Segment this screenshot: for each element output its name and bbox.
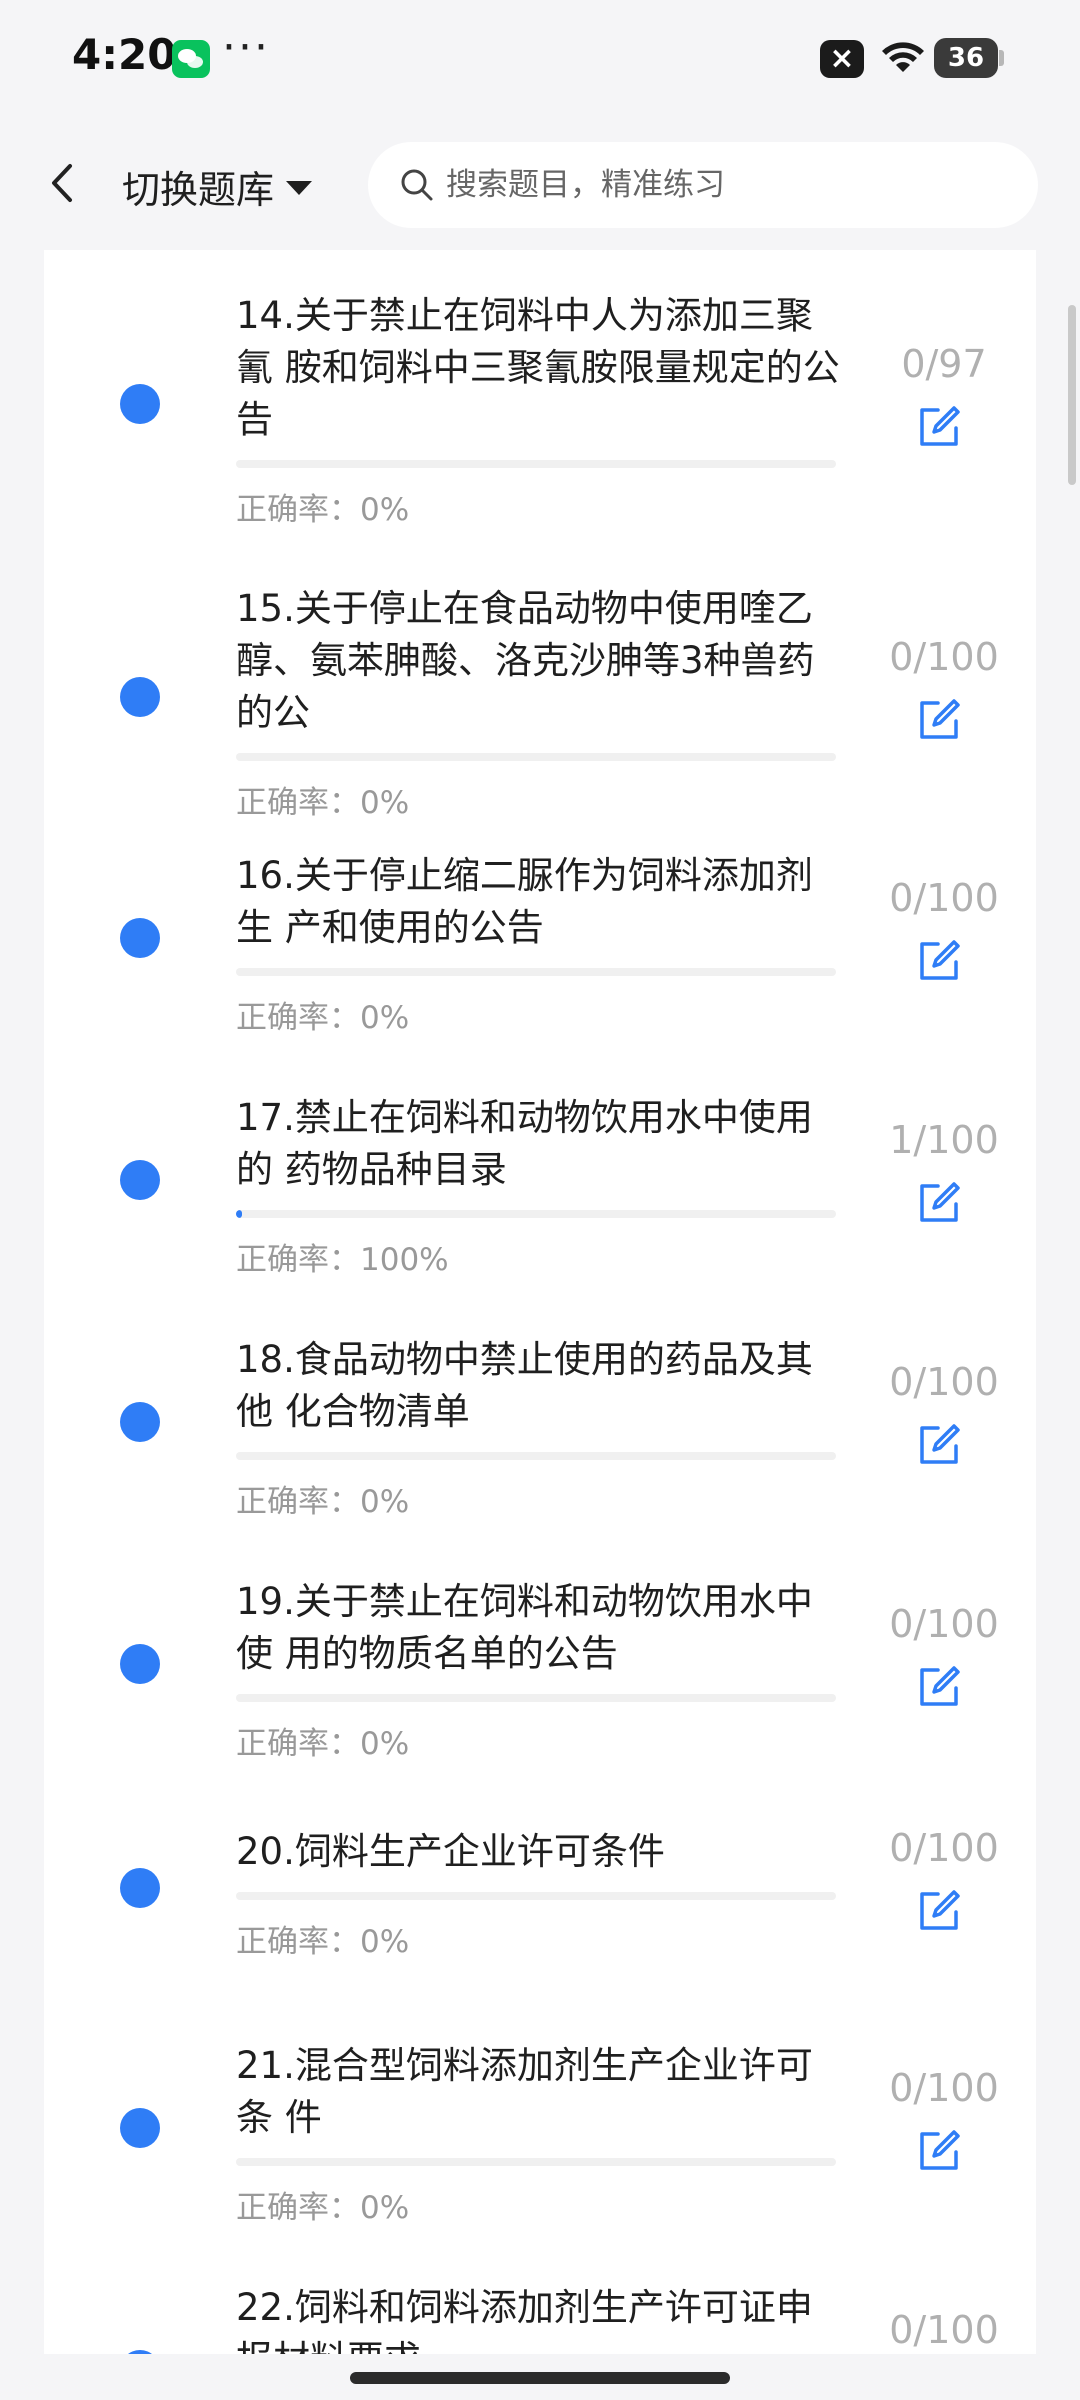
- list-item[interactable]: 22.饲料和饲料添加剂生产许可证申报材料要求 0/100: [44, 2282, 1036, 2354]
- item-title[interactable]: 15.关于停止在食品动物中使用喹乙醇、氨苯胂酸、洛克沙胂等3种兽药 的公: [236, 583, 846, 739]
- wifi-icon: [882, 42, 924, 72]
- accuracy-text: 正确率：0%: [236, 1718, 409, 1763]
- search-box[interactable]: [368, 142, 1038, 228]
- item-title[interactable]: 16.关于停止缩二脲作为饲料添加剂生 产和使用的公告: [236, 850, 846, 954]
- status-dot: [120, 1402, 160, 1442]
- question-count: 1/100: [889, 1118, 999, 1162]
- progress-bar: [236, 1892, 836, 1900]
- progress-bar: [236, 1452, 836, 1460]
- accuracy-value: 0%: [360, 1726, 410, 1762]
- list-item[interactable]: 14.关于禁止在饲料中人为添加三聚氰 胺和饲料中三聚氰胺限量规定的公告 正确率：0…: [44, 290, 1036, 534]
- edit-practice-icon[interactable]: [914, 2126, 964, 2176]
- accuracy-text: 正确率：0%: [236, 1476, 409, 1521]
- progress-bar: [236, 460, 836, 468]
- scrollbar[interactable]: [1068, 305, 1076, 485]
- question-count: 0/100: [889, 1602, 999, 1646]
- status-time: 4:20: [72, 30, 177, 79]
- edit-practice-icon[interactable]: [914, 695, 964, 745]
- accuracy-text: 正确率：0%: [236, 484, 409, 529]
- accuracy-text: 正确率：0%: [236, 1916, 409, 1961]
- accuracy-text: 正确率：0%: [236, 777, 409, 822]
- caret-down-icon: [286, 181, 313, 195]
- question-bank-list: 14.关于禁止在饲料中人为添加三聚氰 胺和饲料中三聚氰胺限量规定的公告 正确率：0…: [44, 250, 1036, 2354]
- edit-practice-icon[interactable]: [914, 1886, 964, 1936]
- status-dot: [120, 918, 160, 958]
- search-input[interactable]: [444, 166, 1004, 204]
- progress-bar: [236, 2158, 836, 2166]
- status-dot: [120, 1160, 160, 1200]
- accuracy-label: 正确率：: [236, 1484, 360, 1520]
- accuracy-text: 正确率：100%: [236, 1234, 449, 1279]
- status-dot: [120, 1868, 160, 1908]
- switch-question-bank-button[interactable]: 切换题库: [122, 158, 313, 214]
- item-title[interactable]: 22.饲料和饲料添加剂生产许可证申报材料要求: [236, 2282, 846, 2354]
- status-dot: [120, 677, 160, 717]
- wechat-icon: [172, 40, 210, 78]
- accuracy-value: 0%: [360, 492, 410, 528]
- item-title[interactable]: 18.食品动物中禁止使用的药品及其他 化合物清单: [236, 1334, 846, 1438]
- accuracy-label: 正确率：: [236, 1924, 360, 1960]
- accuracy-label: 正确率：: [236, 1242, 360, 1278]
- progress-bar: [236, 1694, 836, 1702]
- accuracy-label: 正确率：: [236, 492, 360, 528]
- list-item[interactable]: 16.关于停止缩二脲作为饲料添加剂生 产和使用的公告正确率：0% 0/100: [44, 850, 1036, 1042]
- battery-icon: 36: [934, 38, 1004, 78]
- home-indicator[interactable]: [350, 2372, 730, 2384]
- question-count: 0/100: [889, 2308, 999, 2352]
- status-dot: [120, 2108, 160, 2148]
- list-item[interactable]: 18.食品动物中禁止使用的药品及其他 化合物清单正确率：0% 0/100: [44, 1334, 1036, 1526]
- question-count: 0/100: [889, 2066, 999, 2110]
- status-bar: 4:20 ··· × 36: [0, 0, 1080, 118]
- edit-practice-icon[interactable]: [914, 1178, 964, 1228]
- question-count: 0/100: [889, 635, 999, 679]
- close-notification-icon: ×: [820, 40, 864, 78]
- back-button[interactable]: [38, 158, 88, 208]
- accuracy-value: 0%: [360, 1000, 410, 1036]
- item-title[interactable]: 20.饲料生产企业许可条件: [236, 1826, 846, 1878]
- list-item[interactable]: 15.关于停止在食品动物中使用喹乙醇、氨苯胂酸、洛克沙胂等3种兽药 的公正确率：…: [44, 583, 1036, 827]
- accuracy-value: 0%: [360, 785, 410, 821]
- nav-bar: 切换题库: [0, 118, 1080, 250]
- accuracy-value: 100%: [360, 1242, 449, 1278]
- edit-practice-icon[interactable]: [914, 1420, 964, 1470]
- question-count: 0/97: [901, 342, 987, 386]
- progress-bar: [236, 753, 836, 761]
- switch-question-bank-label: 切换题库: [122, 167, 275, 212]
- accuracy-text: 正确率：0%: [236, 2182, 409, 2227]
- progress-bar: [236, 1210, 836, 1218]
- question-count: 0/100: [889, 1826, 999, 1870]
- accuracy-text: 正确率：0%: [236, 992, 409, 1037]
- accuracy-value: 0%: [360, 2190, 410, 2226]
- question-count: 0/100: [889, 1360, 999, 1404]
- item-title[interactable]: 14.关于禁止在饲料中人为添加三聚氰 胺和饲料中三聚氰胺限量规定的公告: [236, 290, 846, 446]
- more-notifications-icon: ···: [222, 22, 270, 73]
- list-item[interactable]: 17.禁止在饲料和动物饮用水中使用的 药物品种目录正确率：100% 1/100: [44, 1092, 1036, 1284]
- accuracy-label: 正确率：: [236, 1000, 360, 1036]
- accuracy-label: 正确率：: [236, 2190, 360, 2226]
- status-dot: [120, 1644, 160, 1684]
- edit-practice-icon[interactable]: [914, 402, 964, 452]
- status-dot: [120, 384, 160, 424]
- progress-fill: [236, 1210, 242, 1218]
- question-count: 0/100: [889, 876, 999, 920]
- edit-practice-icon[interactable]: [914, 1662, 964, 1712]
- edit-practice-icon[interactable]: [914, 936, 964, 986]
- item-title[interactable]: 21.混合型饲料添加剂生产企业许可条 件: [236, 2040, 846, 2144]
- list-item[interactable]: 21.混合型饲料添加剂生产企业许可条 件正确率：0% 0/100: [44, 2040, 1036, 2232]
- status-dot: [120, 2350, 160, 2354]
- search-icon: [401, 169, 433, 201]
- accuracy-value: 0%: [360, 1484, 410, 1520]
- list-item[interactable]: 19.关于禁止在饲料和动物饮用水中使 用的物质名单的公告正确率：0% 0/100: [44, 1576, 1036, 1768]
- accuracy-label: 正确率：: [236, 785, 360, 821]
- progress-bar: [236, 968, 836, 976]
- item-title[interactable]: 17.禁止在饲料和动物饮用水中使用的 药物品种目录: [236, 1092, 846, 1196]
- accuracy-label: 正确率：: [236, 1726, 360, 1762]
- item-title[interactable]: 19.关于禁止在饲料和动物饮用水中使 用的物质名单的公告: [236, 1576, 846, 1680]
- list-item[interactable]: 20.饲料生产企业许可条件正确率：0% 0/100: [44, 1826, 1036, 1966]
- accuracy-value: 0%: [360, 1924, 410, 1960]
